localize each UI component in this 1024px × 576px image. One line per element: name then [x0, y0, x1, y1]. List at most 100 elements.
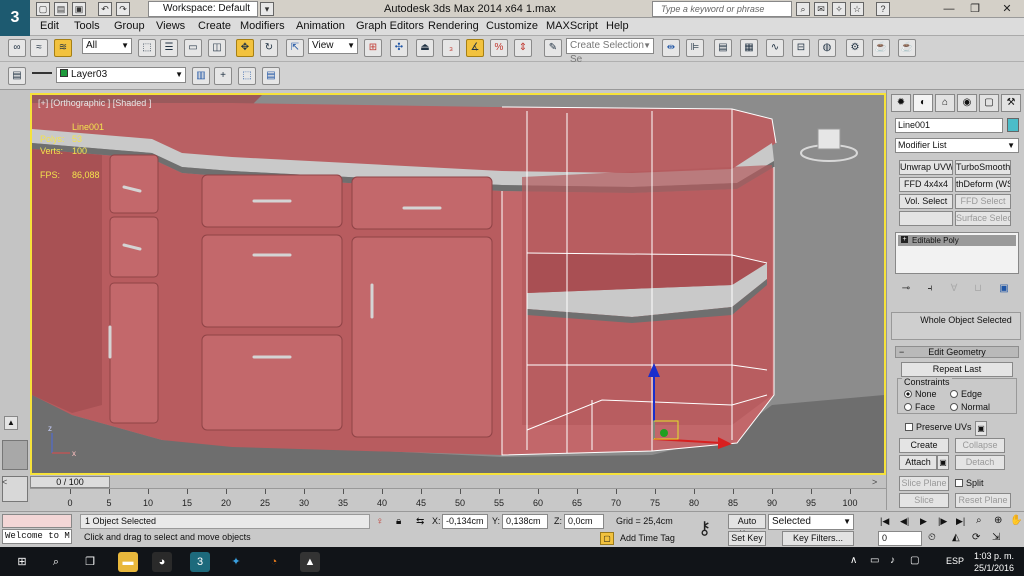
- viewport-layout-thumb[interactable]: [2, 440, 28, 470]
- y-coord-field[interactable]: 0,138cm: [502, 514, 548, 529]
- make-unique-icon[interactable]: ∀: [945, 282, 963, 296]
- menu-rendering[interactable]: Rendering: [428, 20, 479, 32]
- menu-tools[interactable]: Tools: [74, 20, 100, 32]
- 3dsmax-taskbar-icon[interactable]: 3: [190, 552, 210, 572]
- unwrap-uvw-button[interactable]: Unwrap UVW: [899, 160, 953, 175]
- menu-views[interactable]: Views: [156, 20, 185, 32]
- schematic-view-icon[interactable]: ⊟: [792, 39, 810, 57]
- constraint-face-radio[interactable]: Face: [904, 402, 935, 412]
- slice-plane-button[interactable]: Slice Plane: [899, 476, 949, 491]
- reference-coordinate-dropdown[interactable]: View ▼: [308, 38, 358, 54]
- edit-geometry-rollout-header[interactable]: − Edit Geometry: [895, 346, 1019, 358]
- blender-icon[interactable]: ◔: [264, 552, 284, 572]
- maximize-button[interactable]: ❐: [962, 0, 988, 18]
- search-icon[interactable]: ⌕: [796, 2, 810, 16]
- ffd-4x4x4-button[interactable]: FFD 4x4x4: [899, 177, 953, 192]
- show-end-result-icon[interactable]: ⫞: [921, 282, 939, 296]
- preserve-uvs-checkbox[interactable]: Preserve UVs: [905, 422, 972, 432]
- search-input[interactable]: Type a keyword or phrase: [652, 1, 792, 17]
- system-clock[interactable]: 1:03 p. m. 25/1/2016: [974, 550, 1014, 574]
- pin-icon[interactable]: ✦: [226, 552, 246, 572]
- save-file-icon[interactable]: ▣: [72, 2, 86, 16]
- redo-icon[interactable]: ↷: [116, 2, 130, 16]
- configure-modifier-sets-icon[interactable]: ▣: [995, 282, 1013, 296]
- menu-maxscript[interactable]: MAXScript: [546, 20, 598, 32]
- curve-editor-icon[interactable]: ∿: [766, 39, 784, 57]
- pan-icon[interactable]: ✋: [1010, 515, 1022, 526]
- expand-arrow-icon[interactable]: ▲: [4, 416, 18, 430]
- modify-tab-icon[interactable]: ◐: [913, 94, 933, 112]
- modifier-list-dropdown[interactable]: Modifier List ▼: [895, 138, 1019, 153]
- subscription-icon[interactable]: ✉: [814, 2, 828, 16]
- spinner-snap-icon[interactable]: ⇕: [514, 39, 532, 57]
- windows-start-icon[interactable]: ⊞: [12, 552, 32, 572]
- auto-key-button[interactable]: Auto Key: [728, 514, 766, 539]
- maxscript-mini-listener[interactable]: Welcome to M: [2, 529, 72, 544]
- open-file-icon[interactable]: ▤: [54, 2, 68, 16]
- x-coord-field[interactable]: -0,134cm: [442, 514, 488, 529]
- add-to-layer-icon[interactable]: +: [214, 67, 232, 85]
- attach-settings-icon[interactable]: ▣: [937, 455, 949, 470]
- menu-graph-editors[interactable]: Graph Editors: [356, 20, 424, 32]
- layer-dropdown[interactable]: Layer03 ▼: [56, 67, 186, 83]
- application-button[interactable]: 3: [0, 0, 30, 36]
- bind-spacewarp-icon[interactable]: ≋: [54, 39, 72, 57]
- menu-group[interactable]: Group: [114, 20, 145, 32]
- time-prev-arrow-icon[interactable]: <: [2, 477, 7, 487]
- percent-snap-icon[interactable]: %: [490, 39, 508, 57]
- attach-button[interactable]: Attach: [899, 455, 937, 470]
- preserve-uvs-settings-icon[interactable]: ▣: [975, 421, 987, 436]
- display-tab-icon[interactable]: ▢: [979, 94, 999, 112]
- viewport-orthographic[interactable]: z x [+] [Orthographic ] [Shaded ] Line00…: [30, 93, 886, 475]
- create-tab-icon[interactable]: ✹: [891, 94, 911, 112]
- create-layer-icon[interactable]: ▥: [192, 67, 210, 85]
- viewcube-icon[interactable]: [794, 115, 864, 165]
- set-key-mode-icon[interactable]: ⚷: [698, 518, 711, 539]
- selection-lock-icon[interactable]: 🔒︎: [396, 516, 401, 527]
- repeat-last-button[interactable]: Repeat Last: [901, 362, 1013, 377]
- stack-item-editable-poly[interactable]: + Editable Poly: [898, 235, 1016, 246]
- snaps-toggle-icon[interactable]: ₃: [442, 39, 460, 57]
- rendered-frame-window-icon[interactable]: ☕: [872, 39, 890, 57]
- time-config-icon[interactable]: ⏲: [928, 532, 936, 543]
- workspace-arrow-icon[interactable]: ▾: [260, 2, 274, 16]
- manipulate-icon[interactable]: ✣: [390, 39, 408, 57]
- select-rotate-icon[interactable]: ↻: [260, 39, 278, 57]
- unlink-icon[interactable]: ≈: [30, 39, 48, 57]
- vol-select-button[interactable]: Vol. Select: [899, 194, 953, 209]
- time-slider-thumb[interactable]: 0 / 100: [30, 476, 110, 488]
- workspace-dropdown[interactable]: Workspace: Default: [148, 1, 258, 17]
- select-object-icon[interactable]: ⬚: [138, 39, 156, 57]
- path-deform-button[interactable]: thDeform (WSI: [955, 177, 1011, 192]
- menu-animation[interactable]: Animation: [296, 20, 345, 32]
- material-editor-icon[interactable]: ◍: [818, 39, 836, 57]
- ribbon-toggle-icon[interactable]: ▦: [740, 39, 758, 57]
- hierarchy-tab-icon[interactable]: ⌂: [935, 94, 955, 112]
- key-filters-button[interactable]: Key Filters...: [782, 531, 854, 546]
- notification-icon[interactable]: ▢: [910, 555, 919, 566]
- select-by-name-icon[interactable]: ☰: [160, 39, 178, 57]
- menu-modifiers[interactable]: Modifiers: [240, 20, 285, 32]
- constraint-normal-radio[interactable]: Normal: [950, 402, 990, 412]
- object-name-field[interactable]: Line001: [895, 118, 1003, 133]
- collapse-button[interactable]: Collapse: [955, 438, 1005, 453]
- utilities-tab-icon[interactable]: ⚒: [1001, 94, 1021, 112]
- time-next-arrow-icon[interactable]: >: [872, 477, 877, 487]
- detach-button[interactable]: Detach: [955, 455, 1005, 470]
- slice-button[interactable]: Slice: [899, 493, 949, 508]
- current-frame-field[interactable]: 0: [878, 531, 922, 546]
- maximize-viewport-icon[interactable]: ⇲: [992, 532, 1000, 543]
- ffd-select-button[interactable]: FFD Select: [955, 194, 1011, 209]
- menu-create[interactable]: Create: [198, 20, 231, 32]
- set-current-layer-icon[interactable]: ▤: [262, 67, 280, 85]
- menu-edit[interactable]: Edit: [40, 20, 59, 32]
- undo-icon[interactable]: ↶: [98, 2, 112, 16]
- mirror-icon[interactable]: ⇹: [662, 39, 680, 57]
- select-in-layer-icon[interactable]: ⬚: [238, 67, 256, 85]
- time-tag-icon[interactable]: ▢: [600, 532, 614, 545]
- search-icon[interactable]: ⌕: [46, 552, 66, 572]
- object-color-swatch[interactable]: [1007, 118, 1019, 132]
- angle-snap-icon[interactable]: ∡: [466, 39, 484, 57]
- time-slider[interactable]: < 0 / 100 >: [2, 475, 886, 489]
- layer-manager-icon[interactable]: ▤: [8, 67, 26, 85]
